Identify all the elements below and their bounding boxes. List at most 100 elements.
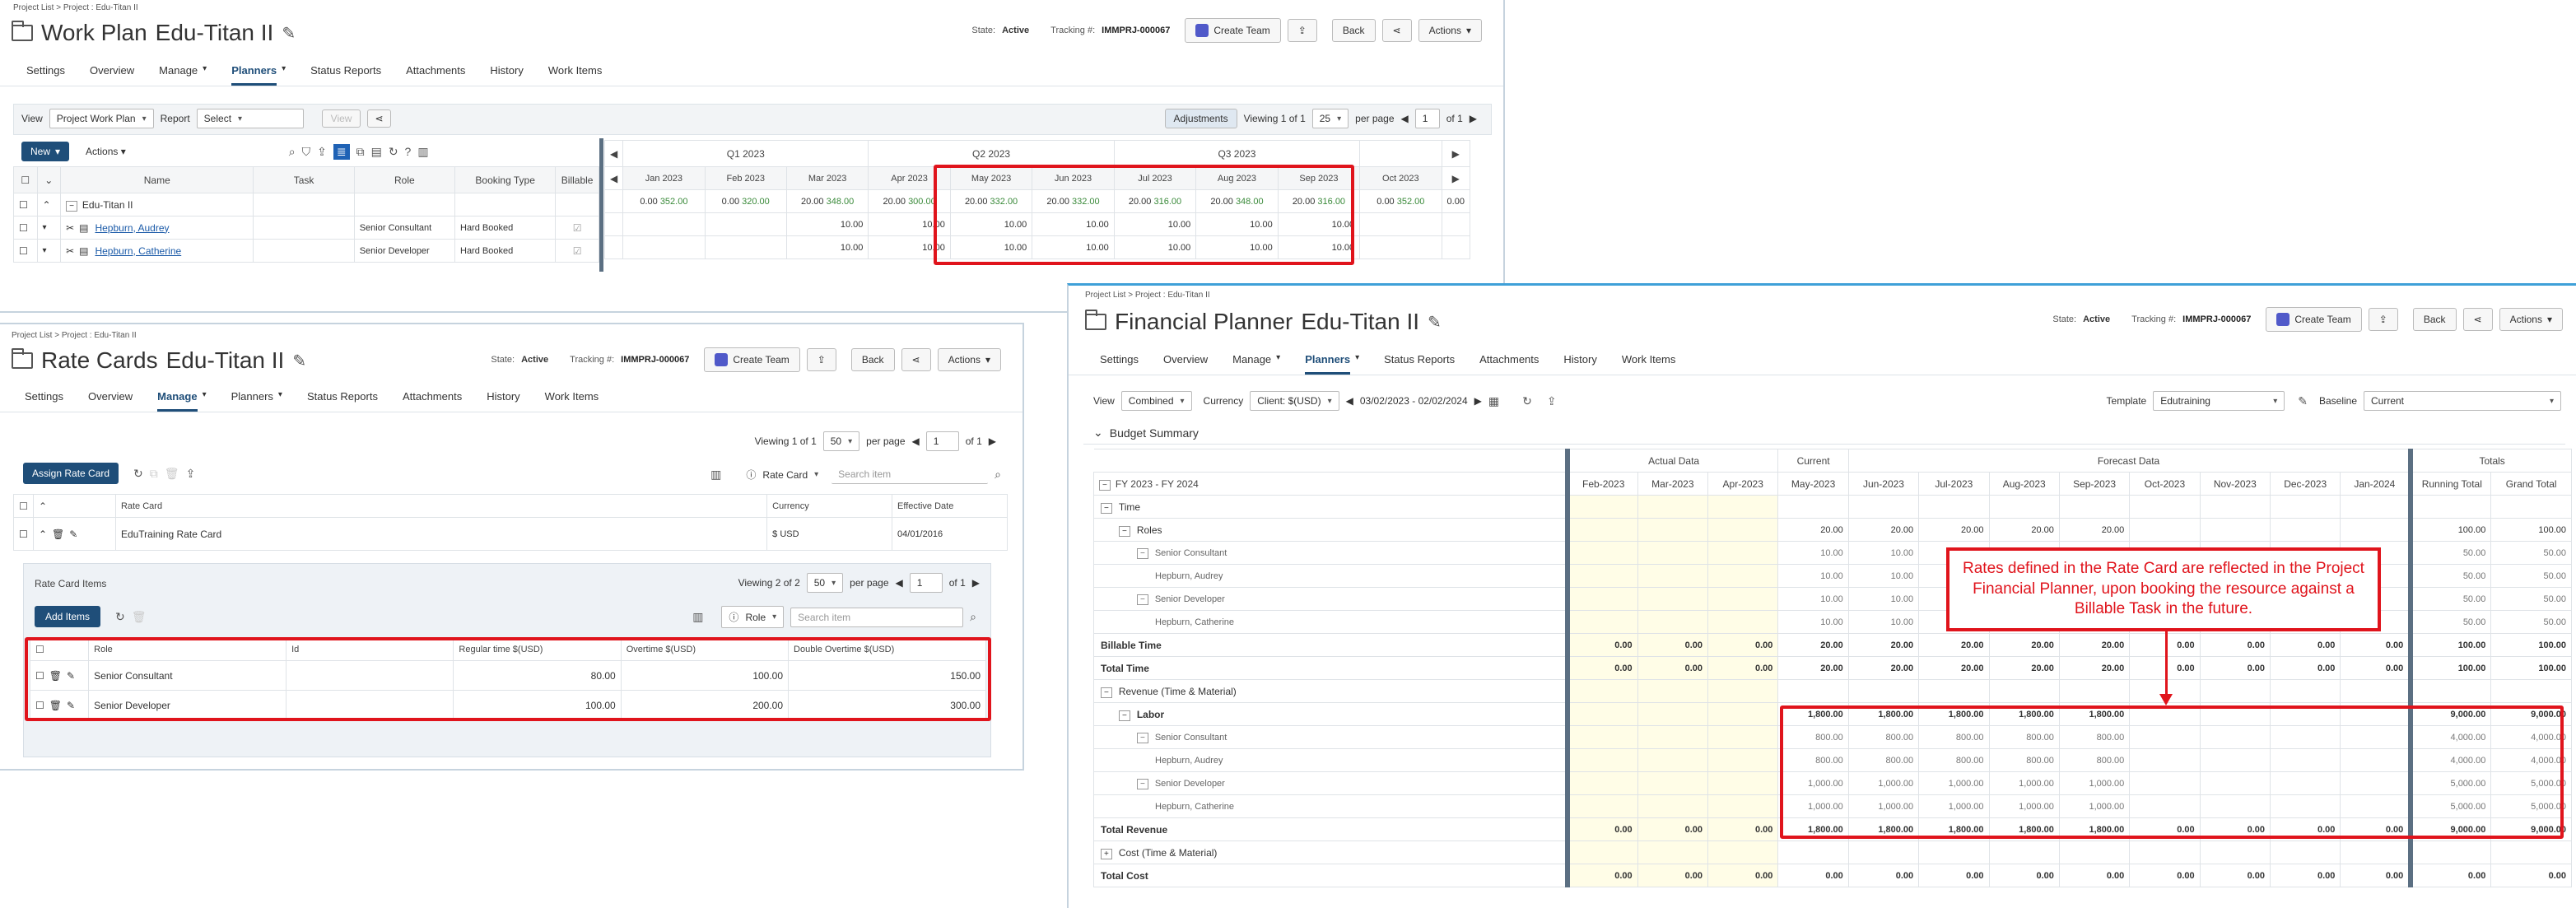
month-header[interactable]: Oct 2023 bbox=[1359, 166, 1442, 190]
delete-icon[interactable]: 🗑 bbox=[132, 610, 147, 624]
tab-settings[interactable]: Settings bbox=[25, 390, 63, 412]
new-button[interactable]: New ▾ bbox=[21, 142, 70, 161]
minus-icon[interactable]: − bbox=[1137, 778, 1148, 789]
column-header[interactable]: Effective Date bbox=[892, 494, 1008, 518]
row-checkbox[interactable]: ☐ bbox=[13, 517, 34, 551]
scroll-left-icon[interactable]: ◀ bbox=[603, 140, 624, 167]
expand-all-icon[interactable]: ⌃ bbox=[32, 494, 116, 518]
share-button[interactable]: ⋖ bbox=[1381, 19, 1412, 42]
create-team-button[interactable]: Create Team bbox=[1185, 18, 1281, 43]
actions-button[interactable]: Actions ▾ bbox=[937, 348, 1001, 371]
expand-all-icon[interactable]: ⌄ bbox=[36, 166, 62, 193]
search-icon[interactable]: ⌕ bbox=[289, 145, 296, 159]
breadcrumb[interactable]: Project List > Project : Edu-Titan II bbox=[13, 3, 138, 12]
minus-icon[interactable]: − bbox=[1099, 479, 1111, 491]
actions-button[interactable]: Actions ▾ bbox=[1418, 19, 1482, 42]
share-button[interactable]: ⋖ bbox=[367, 109, 391, 128]
refresh-icon[interactable]: ↻ bbox=[133, 467, 143, 481]
refresh-icon[interactable]: ↻ bbox=[115, 610, 125, 624]
pencil-icon[interactable]: ✎ bbox=[292, 351, 306, 371]
export-button[interactable]: ⇪ bbox=[2368, 308, 2398, 331]
items-filter-select[interactable]: ⓘ Role bbox=[721, 606, 785, 628]
billable-checkbox[interactable]: ☑ bbox=[555, 216, 599, 240]
hours-input[interactable] bbox=[1359, 235, 1442, 259]
tab-attachments[interactable]: Attachments bbox=[406, 64, 465, 86]
hours-input[interactable] bbox=[1441, 212, 1470, 236]
prev-page-icon[interactable]: ◀ bbox=[912, 435, 920, 447]
report-select[interactable]: Select bbox=[196, 109, 304, 128]
tab-status-reports[interactable]: Status Reports bbox=[307, 390, 378, 412]
delete-icon[interactable]: 🗑 bbox=[52, 529, 64, 540]
hours-input[interactable] bbox=[1441, 235, 1470, 259]
project-row[interactable]: ☐ ⌃ − Edu-Titan II bbox=[13, 193, 599, 217]
edit-template-icon[interactable]: ✎ bbox=[2298, 394, 2308, 408]
pencil-icon[interactable]: ✎ bbox=[69, 529, 77, 540]
column-header[interactable]: Currency bbox=[766, 494, 893, 518]
tab-manage[interactable]: Manage bbox=[1232, 353, 1271, 375]
next-page-icon[interactable]: ▶ bbox=[989, 435, 996, 447]
tab-manage[interactable]: Manage bbox=[159, 64, 198, 86]
resource-name-link[interactable]: Hepburn, Audrey bbox=[95, 222, 169, 234]
assign-rate-card-button[interactable]: Assign Rate Card bbox=[23, 463, 119, 484]
search-icon[interactable]: ⌕ bbox=[995, 468, 1001, 482]
collapse-icon[interactable]: ⌃ bbox=[39, 529, 47, 540]
column-header[interactable]: Booking Type bbox=[454, 166, 557, 193]
next-page-icon[interactable]: ▶ bbox=[1470, 113, 1477, 124]
tab-history[interactable]: History bbox=[487, 390, 519, 412]
splitter[interactable] bbox=[599, 138, 603, 272]
row-menu-icon[interactable]: ▾ bbox=[36, 216, 62, 240]
tab-attachments[interactable]: Attachments bbox=[403, 390, 462, 412]
prev-page-icon[interactable]: ◀ bbox=[1401, 113, 1409, 124]
row-checkbox[interactable]: ☐ bbox=[13, 193, 38, 217]
collapse-icon[interactable]: ⌃ bbox=[36, 193, 62, 217]
resource-row[interactable]: ☐ ▾ ✂ ▤ Hepburn, Audrey Senior Consultant Hard… bbox=[13, 216, 599, 240]
tab-overview[interactable]: Overview bbox=[1163, 353, 1208, 375]
create-team-button[interactable]: Create Team bbox=[2266, 307, 2362, 332]
tab-settings[interactable]: Settings bbox=[26, 64, 65, 86]
back-button[interactable]: Back bbox=[1331, 19, 1376, 42]
per-page-select[interactable]: 25 bbox=[1311, 109, 1349, 128]
hours-input[interactable] bbox=[622, 212, 706, 236]
resource-name-link[interactable]: Hepburn, Catherine bbox=[95, 245, 181, 257]
details-icon[interactable]: ▤ bbox=[79, 222, 88, 234]
minus-icon[interactable]: − bbox=[1101, 502, 1112, 514]
minus-icon[interactable]: − bbox=[1137, 594, 1148, 605]
billable-checkbox[interactable]: ☑ bbox=[555, 239, 599, 263]
hours-input[interactable] bbox=[704, 235, 787, 259]
column-header[interactable]: Billable bbox=[555, 166, 599, 193]
details-icon[interactable]: ▤ bbox=[79, 245, 88, 257]
prev-period-icon[interactable]: ◀ bbox=[1346, 395, 1353, 407]
columns-icon[interactable]: ▥ bbox=[710, 468, 721, 482]
tab-status-reports[interactable]: Status Reports bbox=[310, 64, 381, 86]
hours-input[interactable] bbox=[622, 235, 706, 259]
export-button[interactable]: ⇪ bbox=[806, 348, 836, 371]
help-icon[interactable]: ? bbox=[405, 145, 412, 158]
hours-input[interactable] bbox=[1359, 212, 1442, 236]
minus-icon[interactable]: − bbox=[1137, 547, 1148, 559]
items-page-input[interactable]: 1 bbox=[909, 573, 943, 593]
tab-planners[interactable]: Planners bbox=[231, 64, 277, 86]
actions-button[interactable]: Actions ▾ bbox=[2499, 308, 2563, 331]
tab-history[interactable]: History bbox=[490, 64, 523, 86]
column-header[interactable]: Rate Card bbox=[114, 494, 768, 518]
delete-icon[interactable]: 🗑 bbox=[165, 467, 179, 481]
tab-work-items[interactable]: Work Items bbox=[1622, 353, 1676, 375]
row-checkbox[interactable]: ☐ bbox=[13, 216, 38, 240]
hours-input[interactable]: 10.00 bbox=[785, 235, 869, 259]
month-header[interactable]: Mar 2023 bbox=[785, 166, 869, 190]
chart-icon[interactable]: ▥ bbox=[417, 145, 428, 159]
tab-status-reports[interactable]: Status Reports bbox=[1384, 353, 1455, 375]
export-button[interactable]: ⇪ bbox=[1287, 19, 1317, 42]
next-month-icon[interactable]: ▶ bbox=[1441, 166, 1470, 190]
tab-planners[interactable]: Planners bbox=[231, 390, 273, 412]
items-per-page-select[interactable]: 50 bbox=[806, 573, 844, 593]
adjustments-button[interactable]: Adjustments bbox=[1164, 109, 1237, 128]
column-header[interactable]: Name bbox=[60, 166, 254, 193]
tab-settings[interactable]: Settings bbox=[1100, 353, 1139, 375]
tools-icon[interactable]: ✂ bbox=[66, 222, 74, 234]
tools-icon[interactable]: ✂ bbox=[66, 245, 74, 257]
page-input[interactable]: 1 bbox=[1414, 109, 1440, 128]
share-button[interactable]: ⋖ bbox=[2462, 308, 2493, 331]
page-input[interactable]: 1 bbox=[925, 431, 959, 451]
tab-overview[interactable]: Overview bbox=[88, 390, 133, 412]
